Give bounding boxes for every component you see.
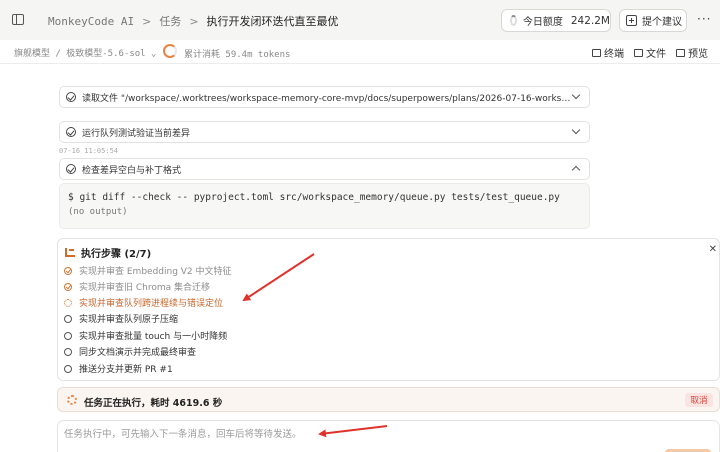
view-tools: 终端 文件 预览	[592, 45, 708, 60]
chevron-right-icon: >	[142, 14, 152, 28]
token-usage: 累计消耗 59.4m tokens	[184, 50, 291, 60]
terminal-button[interactable]: 终端	[592, 45, 624, 60]
command-result: (no output)	[68, 207, 128, 217]
step-pending-icon	[64, 364, 72, 373]
tool-card-label: 运行队列测试验证当前差异	[82, 128, 191, 139]
step-item: 实现并审查 Embedding V2 中文特征	[64, 264, 232, 277]
breadcrumb-tasks[interactable]: 任务	[159, 13, 181, 29]
step-done-icon	[64, 282, 72, 291]
step-done-icon	[64, 266, 72, 275]
task-running-bar: 任务正在执行，耗时 4619.6 秒 取消	[57, 387, 720, 412]
check-circle-icon	[66, 92, 76, 102]
message-input[interactable]	[64, 426, 664, 442]
execution-steps-panel: 执行步骤 (2/7) ✕ 实现并审查 Embedding V2 中文特征 实现并…	[57, 238, 720, 381]
breadcrumb: MonkeyCode AI > 任务 > 执行开发闭环迭代直至最优	[48, 13, 339, 29]
quota-label: 今日额度	[522, 17, 563, 28]
chevron-down-icon[interactable]	[571, 90, 581, 100]
more-options-icon[interactable]: ···	[697, 12, 711, 26]
step-item: 推送分支并更新 PR #1	[64, 362, 173, 375]
check-circle-icon	[66, 127, 76, 137]
step-item-active: 实现并审查队列跨进程续与错误定位	[64, 296, 223, 309]
quota-button[interactable]: 今日额度 242.2M	[501, 9, 611, 32]
tool-card-read-file[interactable]: 读取文件 "/workspace/.worktrees/workspace-me…	[59, 86, 590, 108]
message-composer	[57, 420, 720, 452]
quota-value: 242.2M	[570, 14, 610, 27]
tool-card-check-diff[interactable]: 检查差异空白与补丁格式	[59, 158, 590, 180]
chevron-right-icon: >	[189, 14, 199, 28]
files-button[interactable]: 文件	[634, 45, 666, 60]
preview-icon	[676, 48, 685, 57]
step-pending-icon	[64, 347, 72, 356]
app-title[interactable]: MonkeyCode AI	[48, 15, 134, 28]
step-item: 实现并审查队列原子压缩	[64, 312, 178, 325]
quota-ring-icon	[510, 15, 517, 26]
check-circle-icon	[66, 164, 76, 174]
tool-card-label: 读取文件 "/workspace/.worktrees/workspace-me…	[82, 93, 571, 104]
running-status: 任务正在执行，耗时 4619.6 秒	[84, 398, 223, 409]
step-item: 同步文档演示并完成最终审查	[64, 345, 196, 358]
plus-square-icon	[626, 15, 637, 26]
tool-card-label: 检查差异空白与补丁格式	[82, 165, 182, 176]
close-icon[interactable]: ✕	[709, 244, 717, 255]
suggest-label: 提个建议	[642, 17, 682, 28]
sidebar-toggle-icon[interactable]	[12, 14, 24, 25]
chevron-down-icon[interactable]	[571, 125, 581, 135]
model-select[interactable]: 旗舰模型 / 极致模型-5.6-sol ⌄	[14, 46, 156, 59]
step-pending-icon	[64, 314, 72, 323]
preview-button[interactable]: 预览	[676, 45, 708, 60]
session-bar: 旗舰模型 / 极致模型-5.6-sol ⌄ 累计消耗 59.4m tokens …	[0, 40, 720, 64]
file-icon	[634, 48, 643, 57]
steps-title: 执行步骤 (2/7)	[81, 249, 152, 260]
suggest-button[interactable]: 提个建议	[619, 9, 687, 32]
step-running-icon	[64, 298, 72, 307]
page-title: 执行开发闭环迭代直至最优	[206, 15, 339, 28]
token-usage-ring-icon	[163, 44, 177, 58]
terminal-icon	[592, 48, 601, 57]
command-text: $ git diff --check -- pyproject.toml src…	[68, 192, 560, 203]
tool-card-run-tests[interactable]: 运行队列测试验证当前差异	[59, 121, 590, 143]
chevron-up-icon[interactable]	[571, 165, 581, 175]
steps-icon	[65, 248, 75, 257]
cancel-button[interactable]: 取消	[685, 393, 713, 407]
step-item: 实现并审查批量 touch 与一小时降频	[64, 329, 227, 342]
loading-spinner-icon	[67, 395, 77, 405]
top-bar: MonkeyCode AI > 任务 > 执行开发闭环迭代直至最优 今日额度 2…	[0, 0, 720, 40]
steps-header: 执行步骤 (2/7)	[65, 245, 151, 260]
command-output: $ git diff --check -- pyproject.toml src…	[59, 183, 590, 229]
step-item: 实现并审查旧 Chroma 集合迁移	[64, 280, 210, 293]
message-timestamp: 07-16 11:05:54	[59, 147, 119, 155]
step-pending-icon	[64, 331, 72, 340]
